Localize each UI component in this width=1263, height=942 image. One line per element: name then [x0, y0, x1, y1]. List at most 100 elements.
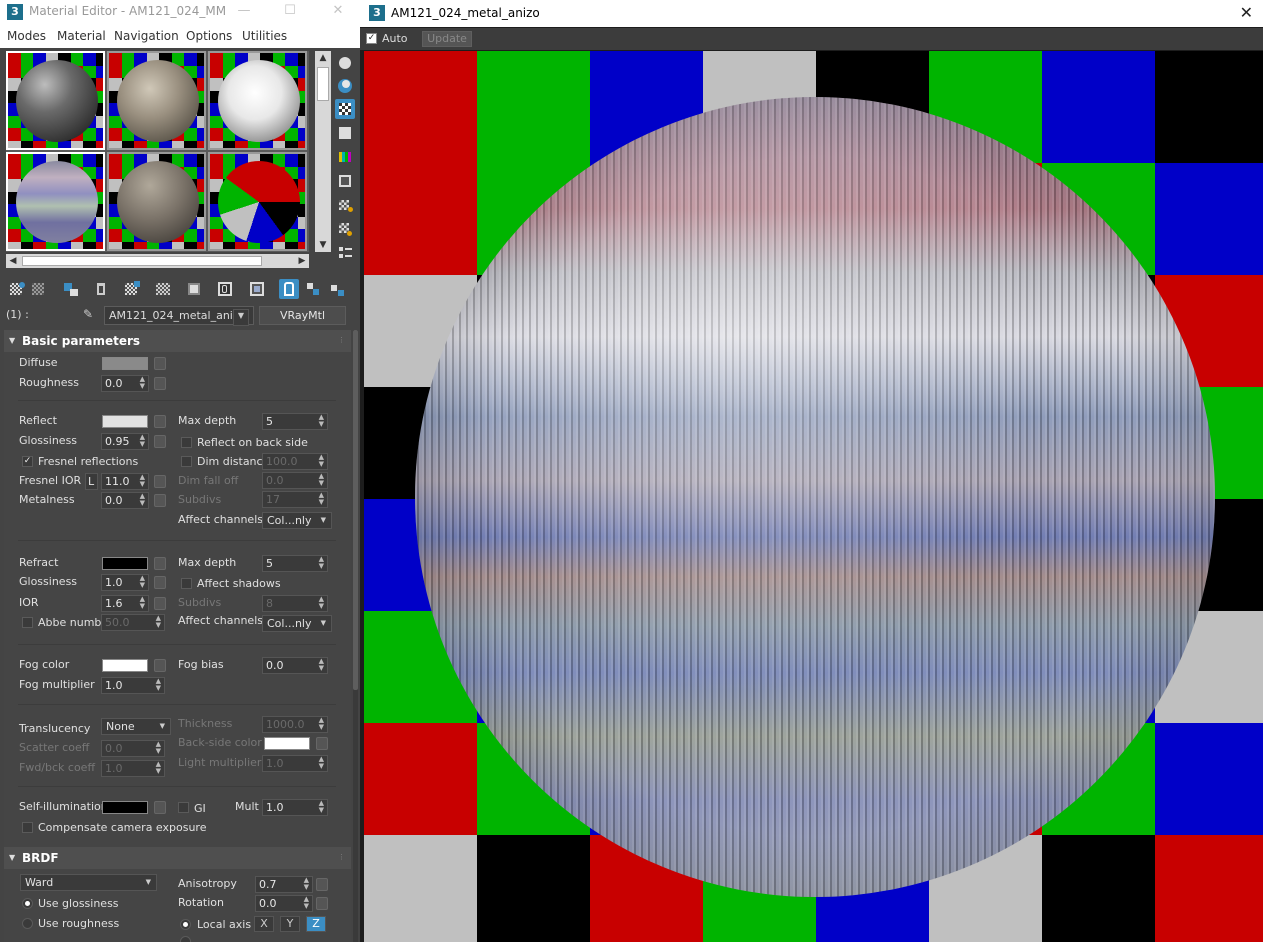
- slots-vertical-scrollbar[interactable]: ▲ ▼: [315, 51, 331, 252]
- light-multiplier-spinner[interactable]: 1.0 ▲ ▼: [262, 755, 328, 772]
- ior-map-button[interactable]: [154, 597, 166, 610]
- scroll-right-icon[interactable]: ▶: [295, 254, 309, 268]
- make-unique-icon[interactable]: [122, 279, 142, 299]
- menu-material[interactable]: Material: [57, 29, 106, 43]
- rollout-brdf-header[interactable]: ▼ BRDF ⋮: [4, 847, 351, 869]
- fresnel-ior-lock-button[interactable]: L: [85, 473, 98, 490]
- menu-utilities[interactable]: Utilities: [242, 29, 287, 43]
- refract-map-button[interactable]: [154, 557, 166, 570]
- reflect-map-button[interactable]: [154, 415, 166, 428]
- dim-distance-checkbox[interactable]: [181, 456, 192, 467]
- update-button[interactable]: Update: [422, 31, 472, 47]
- scroll-thumb[interactable]: [317, 67, 329, 101]
- close-icon[interactable]: ✕: [328, 2, 348, 20]
- material-type-button[interactable]: VRayMtl: [259, 306, 346, 325]
- video-check-icon[interactable]: [335, 147, 355, 167]
- go-forward-icon[interactable]: [303, 279, 323, 299]
- get-material-icon[interactable]: [7, 279, 27, 299]
- maximize-icon[interactable]: ☐: [280, 2, 300, 20]
- sample-slot-1[interactable]: [6, 51, 105, 150]
- minimize-icon[interactable]: —: [234, 2, 254, 20]
- self-illumination-swatch[interactable]: [102, 801, 148, 814]
- fog-bias-spinner[interactable]: 0.0 ▲ ▼: [262, 657, 328, 674]
- axis-x-button[interactable]: X: [254, 916, 274, 932]
- fresnel-checkbox[interactable]: ✓: [22, 456, 33, 467]
- rotation-map-button[interactable]: [316, 897, 328, 910]
- thickness-spinner[interactable]: 1000.0 ▲ ▼: [262, 716, 328, 733]
- diffuse-map-button[interactable]: [154, 357, 166, 370]
- material-id-icon[interactable]: [184, 279, 204, 299]
- show-shaded-icon[interactable]: [215, 279, 235, 299]
- sample-slot-6[interactable]: [208, 152, 307, 251]
- pick-material-icon[interactable]: [327, 279, 347, 299]
- back-side-color-swatch[interactable]: [264, 737, 310, 750]
- scroll-left-icon[interactable]: ◀: [6, 254, 20, 268]
- fog-multiplier-spinner[interactable]: 1.0 ▲ ▼: [101, 677, 165, 694]
- local-axis-radio[interactable]: [180, 919, 191, 930]
- fwd-bck-coeff-spinner[interactable]: 1.0 ▲ ▼: [101, 760, 165, 777]
- select-by-material-icon[interactable]: [335, 219, 355, 239]
- metalness-spinner[interactable]: 0.0 ▲ ▼: [101, 492, 149, 509]
- abbe-spinner[interactable]: 50.0 ▲ ▼: [101, 614, 165, 631]
- reflect-back-checkbox[interactable]: [181, 437, 192, 448]
- glossiness-spinner[interactable]: 0.95 ▲ ▼: [101, 433, 149, 450]
- auto-checkbox[interactable]: ✓: [366, 33, 377, 44]
- scroll-down-icon[interactable]: ▼: [315, 238, 331, 252]
- roughness-map-button[interactable]: [154, 377, 166, 390]
- material-name-dropdown[interactable]: AM121_024_metal_anizo ▼: [104, 306, 254, 326]
- dim-distance-spinner[interactable]: 100.0 ▲ ▼: [262, 453, 328, 470]
- show-end-result-icon[interactable]: [247, 279, 267, 299]
- reflect-max-depth-spinner[interactable]: 5 ▲ ▼: [262, 413, 328, 430]
- slots-horizontal-scrollbar[interactable]: ◀ ▶: [6, 254, 309, 268]
- sample-slot-5[interactable]: [107, 152, 206, 251]
- material-map-navigator-icon[interactable]: [335, 243, 355, 263]
- axis-y-button[interactable]: Y: [280, 916, 300, 932]
- gi-checkbox[interactable]: [178, 802, 189, 813]
- rotation-spinner[interactable]: 0.0 ▲ ▼: [255, 895, 313, 912]
- put-to-scene-icon[interactable]: [29, 279, 49, 299]
- roughness-spinner[interactable]: 0.0 ▲ ▼: [101, 375, 149, 392]
- panel-scrollbar[interactable]: [353, 330, 358, 942]
- map-channel-radio[interactable]: [180, 936, 191, 942]
- brdf-type-dropdown[interactable]: Ward ▼: [20, 874, 157, 891]
- affect-shadows-checkbox[interactable]: [181, 578, 192, 589]
- refract-glossiness-map-button[interactable]: [154, 576, 166, 589]
- back-side-color-map-button[interactable]: [316, 737, 328, 750]
- glossiness-map-button[interactable]: [154, 435, 166, 448]
- axis-z-button[interactable]: Z: [306, 916, 326, 932]
- eyedropper-icon[interactable]: ✎: [83, 307, 97, 321]
- options-icon[interactable]: [335, 195, 355, 215]
- refract-affect-channels-dropdown[interactable]: Col...nly ▼: [262, 615, 332, 632]
- reflect-affect-channels-dropdown[interactable]: Col...nly ▼: [262, 512, 332, 529]
- menu-options[interactable]: Options: [186, 29, 232, 43]
- diffuse-swatch[interactable]: [102, 357, 148, 370]
- fresnel-ior-spinner[interactable]: 11.0 ▲ ▼: [101, 473, 149, 490]
- close-icon[interactable]: ✕: [1240, 3, 1253, 22]
- menu-modes[interactable]: Modes: [7, 29, 46, 43]
- use-roughness-radio[interactable]: [22, 918, 33, 929]
- mult-spinner[interactable]: 1.0 ▲ ▼: [262, 799, 328, 816]
- menu-navigation[interactable]: Navigation: [114, 29, 179, 43]
- go-to-parent-icon[interactable]: [279, 279, 299, 299]
- metalness-map-button[interactable]: [154, 494, 166, 507]
- sample-slot-2[interactable]: [107, 51, 206, 150]
- uv-tiling-icon[interactable]: [335, 123, 355, 143]
- ior-spinner[interactable]: 1.6 ▲ ▼: [101, 595, 149, 612]
- background-icon[interactable]: [335, 99, 355, 119]
- panel-scroll-thumb[interactable]: [353, 330, 358, 690]
- fresnel-ior-map-button[interactable]: [154, 475, 166, 488]
- refract-swatch[interactable]: [102, 557, 148, 570]
- reflect-swatch[interactable]: [102, 415, 148, 428]
- dim-falloff-spinner[interactable]: 0.0 ▲ ▼: [262, 472, 328, 489]
- sample-type-icon[interactable]: [335, 53, 355, 73]
- fog-color-swatch[interactable]: [102, 659, 148, 672]
- compensate-camera-checkbox[interactable]: [22, 822, 33, 833]
- sample-slot-4[interactable]: [6, 152, 105, 251]
- refract-glossiness-spinner[interactable]: 1.0 ▲ ▼: [101, 574, 149, 591]
- anisotropy-map-button[interactable]: [316, 878, 328, 891]
- anisotropy-spinner[interactable]: 0.7 ▲ ▼: [255, 876, 313, 893]
- refract-subdivs-spinner[interactable]: 8 ▲ ▼: [262, 595, 328, 612]
- make-preview-icon[interactable]: [335, 171, 355, 191]
- backlight-icon[interactable]: [335, 76, 355, 96]
- put-to-library-icon[interactable]: [153, 279, 173, 299]
